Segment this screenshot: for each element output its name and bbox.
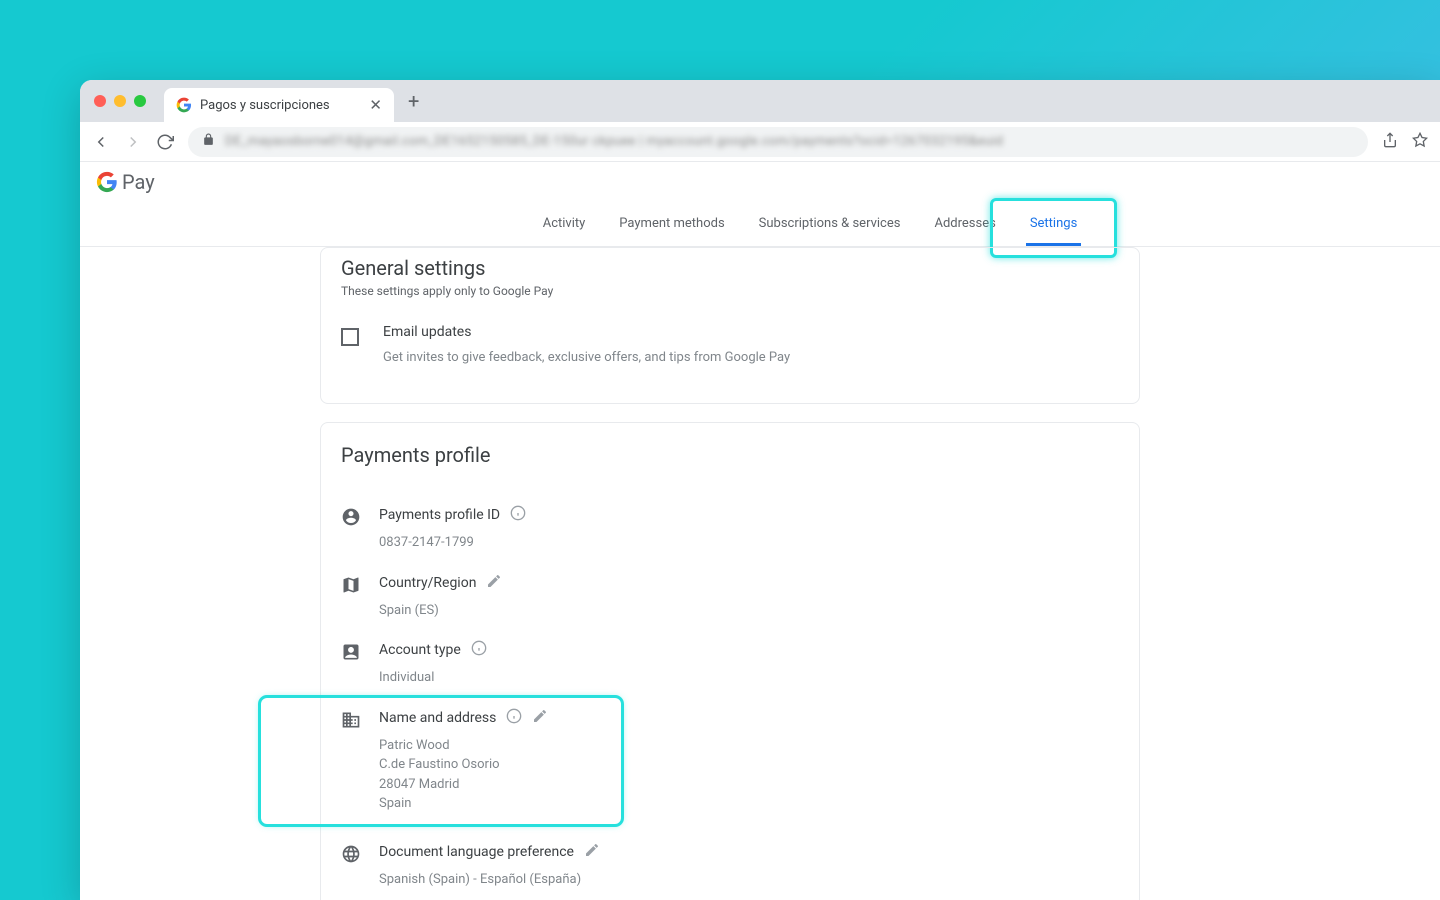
field-account-type: Account type Individual	[341, 630, 1119, 698]
star-icon[interactable]	[1412, 132, 1428, 152]
window-controls	[94, 95, 146, 107]
tab-settings[interactable]: Settings	[1026, 216, 1081, 246]
email-updates-desc: Get invites to give feedback, exclusive …	[383, 350, 790, 365]
google-favicon	[176, 97, 192, 113]
country-value: Spain (ES)	[379, 601, 1119, 621]
general-settings-title: General settings	[341, 250, 1119, 280]
addr-line-3: 28047 Madrid	[379, 775, 601, 795]
tab-subscriptions[interactable]: Subscriptions & services	[755, 216, 905, 246]
payments-profile-card: Payments profile Payments profile ID 083…	[320, 422, 1140, 900]
language-label: Document language preference	[379, 844, 574, 860]
browser-tab[interactable]: Pagos y suscripciones ✕	[164, 88, 394, 122]
page-content: Pay Activity Payment methods Subscriptio…	[80, 162, 1440, 900]
nav-tabs: Activity Payment methods Subscriptions &…	[80, 216, 1440, 247]
tab-addresses[interactable]: Addresses	[930, 216, 999, 246]
edit-icon[interactable]	[584, 842, 600, 862]
back-button[interactable]	[92, 133, 110, 151]
person-icon	[341, 505, 361, 527]
name-address-label: Name and address	[379, 710, 496, 726]
field-profile-id: Payments profile ID 0837-2147-1799	[341, 495, 1119, 563]
info-icon[interactable]	[510, 505, 526, 525]
payments-profile-title: Payments profile	[341, 443, 1119, 467]
tab-title: Pagos y suscripciones	[200, 98, 330, 113]
globe-icon	[341, 842, 361, 864]
maximize-window-icon[interactable]	[134, 95, 146, 107]
edit-icon[interactable]	[532, 708, 548, 728]
browser-window: Pagos y suscripciones ✕ + DE_mayaosborne…	[80, 80, 1440, 900]
tab-payment-methods[interactable]: Payment methods	[615, 216, 728, 246]
minimize-window-icon[interactable]	[114, 95, 126, 107]
account-type-label: Account type	[379, 642, 461, 658]
tab-bar: Pagos y suscripciones ✕ +	[80, 80, 1440, 122]
card-icon	[341, 640, 361, 662]
edit-icon[interactable]	[486, 573, 502, 593]
profile-id-value: 0837-2147-1799	[379, 533, 1119, 553]
close-tab-icon[interactable]: ✕	[369, 96, 382, 114]
name-address-value: Patric Wood C.de Faustino Osorio 28047 M…	[379, 736, 601, 814]
profile-id-label: Payments profile ID	[379, 507, 500, 523]
addr-line-1: Patric Wood	[379, 736, 601, 756]
highlight-name-address: Name and address Patric Wood C.de Fausti…	[261, 698, 621, 824]
share-icon[interactable]	[1382, 132, 1398, 152]
gpay-header: Pay	[80, 162, 1440, 194]
field-name-address: Name and address Patric Wood C.de Fausti…	[341, 704, 601, 818]
reload-button[interactable]	[156, 133, 174, 151]
url-field[interactable]: DE_mayaosborne014@gmail.com_DE1652150585…	[188, 127, 1368, 157]
field-country: Country/Region Spain (ES)	[341, 563, 1119, 631]
building-icon	[341, 708, 361, 730]
tab-activity[interactable]: Activity	[539, 216, 590, 246]
email-updates-checkbox[interactable]	[341, 328, 359, 346]
forward-button[interactable]	[124, 133, 142, 151]
country-label: Country/Region	[379, 575, 476, 591]
field-language: Document language preference Spanish (Sp…	[341, 832, 1119, 900]
addr-line-2: C.de Faustino Osorio	[379, 755, 601, 775]
info-icon[interactable]	[471, 640, 487, 660]
account-type-value: Individual	[379, 668, 1119, 688]
url-text: DE_mayaosborne014@gmail.com_DE1652150585…	[225, 134, 1003, 149]
map-icon	[341, 573, 361, 595]
language-value: Spanish (Spain) - Español (España)	[379, 870, 1119, 890]
address-bar: DE_mayaosborne014@gmail.com_DE1652150585…	[80, 122, 1440, 162]
general-settings-subtitle: These settings apply only to Google Pay	[341, 284, 1119, 298]
lock-icon	[202, 133, 215, 150]
pay-text: Pay	[122, 170, 155, 194]
addr-line-4: Spain	[379, 794, 601, 814]
new-tab-button[interactable]: +	[394, 89, 433, 113]
email-updates-label: Email updates	[383, 324, 790, 340]
info-icon[interactable]	[506, 708, 522, 728]
close-window-icon[interactable]	[94, 95, 106, 107]
gpay-logo: Pay	[96, 170, 1424, 194]
